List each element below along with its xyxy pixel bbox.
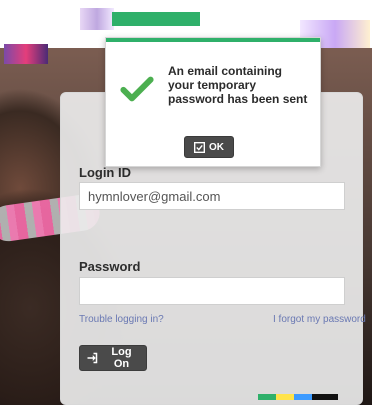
- login-id-label: Login ID: [79, 165, 131, 180]
- modal-message-line: password has been sent: [168, 92, 308, 106]
- login-id-input[interactable]: [79, 182, 345, 210]
- modal-message: An email containing your temporary passw…: [168, 64, 318, 106]
- checkmark-icon: [120, 72, 154, 106]
- checkbox-icon: [194, 141, 205, 153]
- ok-button[interactable]: OK: [184, 136, 234, 158]
- ok-label: OK: [209, 141, 224, 153]
- modal-message-line: An email containing: [168, 64, 283, 78]
- login-help-links: Trouble logging in? I forgot my password: [79, 314, 366, 328]
- banner-glitch-strip: [80, 8, 114, 30]
- bottom-glitch-strip: [258, 394, 338, 400]
- sign-in-icon: [86, 352, 98, 364]
- trouble-logging-in-link[interactable]: Trouble logging in?: [79, 314, 164, 325]
- forgot-password-link[interactable]: I forgot my password: [273, 314, 366, 325]
- log-on-label: Log On: [111, 346, 132, 370]
- password-input[interactable]: [79, 277, 345, 305]
- modal-accent-bar: [106, 38, 320, 42]
- banner-glitch-strip: [4, 44, 48, 64]
- modal-message-line: your temporary: [168, 78, 257, 92]
- email-sent-modal: An email containing your temporary passw…: [105, 37, 321, 167]
- log-on-button[interactable]: Log On: [79, 345, 147, 371]
- banner-glitch-strip: [112, 12, 200, 26]
- login-screen: Login ID Password Trouble logging in? I …: [0, 0, 372, 405]
- password-label: Password: [79, 259, 141, 274]
